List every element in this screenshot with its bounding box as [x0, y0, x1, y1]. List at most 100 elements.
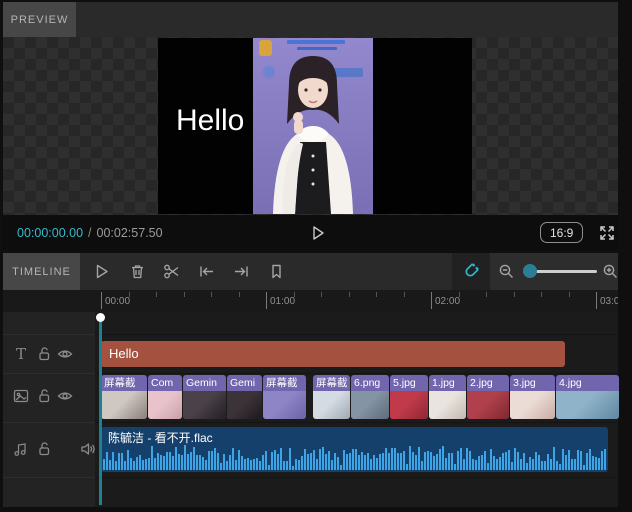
ruler-major-tick: [596, 292, 597, 309]
playhead-handle[interactable]: [96, 313, 105, 322]
video-clip-label: 1.jpg: [432, 377, 455, 389]
ruler-minor-tick: [541, 292, 542, 297]
video-clip-label: 6.png: [354, 377, 381, 389]
ruler-minor-tick: [403, 292, 405, 297]
snap-toggle-button[interactable]: [452, 253, 490, 290]
video-clip-thumbnail: [313, 391, 350, 419]
video-clip-thumbnail: [390, 391, 428, 419]
video-clip-thumbnail: [183, 391, 226, 419]
ruler-minor-tick: [458, 292, 460, 297]
image-track-lock-icon[interactable]: [35, 387, 53, 405]
jump-to-start-icon[interactable]: [197, 262, 216, 281]
text-clip[interactable]: Hello: [101, 341, 565, 367]
video-clip-label: 4.jpg: [559, 377, 582, 389]
timeline-toolbar: TIMELINE: [3, 253, 618, 290]
video-clip-thumbnail: [263, 391, 306, 419]
ruler-major-tick: [101, 292, 102, 309]
current-time: 00:00:00.00: [17, 225, 84, 240]
fullscreen-icon[interactable]: [598, 224, 616, 242]
ruler-minor-tick: [568, 292, 570, 297]
preview-play-button[interactable]: [309, 224, 327, 242]
video-clip-label: 2.jpg: [470, 377, 493, 389]
video-clip[interactable]: 4.jpg: [556, 375, 619, 419]
video-clip-lane: 屏幕截 Com Gemin Gemi 屏幕截 屏幕截 6.png 5.jpg 1.jpg 2.jp…: [101, 375, 620, 419]
preview-video-frame[interactable]: Hello: [158, 38, 472, 214]
timeline-tab-label: TIMELINE: [12, 265, 71, 278]
video-clip[interactable]: 屏幕截: [313, 375, 350, 419]
zoom-slider-handle[interactable]: [523, 264, 537, 278]
ruler-minor-tick: [486, 292, 487, 297]
video-clip-label: 屏幕截: [266, 377, 298, 389]
ruler-major-tick: [431, 292, 432, 309]
video-clip-label: Gemin: [186, 377, 217, 389]
audio-track-lock-icon[interactable]: [35, 440, 53, 458]
video-clip-label: Gemi: [230, 377, 256, 389]
video-clip[interactable]: Gemin: [183, 375, 226, 419]
aspect-ratio-label: 16:9: [550, 225, 574, 240]
preview-controls: 00:00:00.00 / 00:02:57.50 16:9: [3, 215, 618, 250]
timeline-play-button[interactable]: [92, 262, 111, 281]
video-clip-label: 5.jpg: [393, 377, 416, 389]
video-clip-label: 屏幕截: [104, 377, 136, 389]
ruler-label: 02:00: [435, 296, 461, 307]
bookmark-icon[interactable]: [267, 262, 286, 281]
video-clip[interactable]: 1.jpg: [429, 375, 466, 419]
video-clip[interactable]: Gemi: [227, 375, 262, 419]
text-overlay[interactable]: Hello: [176, 104, 244, 138]
ruler-label: 00:00: [105, 296, 131, 307]
timeline-ruler[interactable]: 00:00 01:00 02:00 03:00: [3, 290, 618, 312]
ruler-minor-tick: [156, 292, 157, 297]
time-separator: /: [88, 225, 92, 240]
video-clip-thumbnail: [148, 391, 182, 419]
preview-video-still: [253, 38, 373, 214]
jump-to-end-icon[interactable]: [232, 262, 251, 281]
video-clip[interactable]: Com: [148, 375, 182, 419]
ruler-minor-tick: [238, 292, 240, 297]
video-clip[interactable]: 屏幕截: [263, 375, 306, 419]
ruler-minor-tick: [376, 292, 377, 297]
video-clip-thumbnail: [556, 391, 619, 419]
text-track-lock-icon[interactable]: [35, 345, 53, 363]
video-clip-label: 屏幕截: [316, 377, 348, 389]
preview-stage: Hello: [3, 37, 618, 215]
video-clip[interactable]: 5.jpg: [390, 375, 428, 419]
timecode-display: 00:00:00.00 / 00:02:57.50: [17, 215, 163, 250]
ruler-minor-tick: [128, 292, 130, 297]
ruler-label: 03:00: [600, 296, 618, 307]
video-editor-window: PREVIEW Hello 00:00:00.00 / 00:02:57.50 …: [0, 0, 632, 512]
timeline-zoom-controls: [490, 253, 618, 290]
timeline-tracks: T Hello 屏幕截 Com Gemin Gemi 屏幕截 屏幕截 6.png…: [3, 312, 620, 507]
audio-track-icon: [12, 440, 30, 458]
tab-preview[interactable]: PREVIEW: [3, 2, 76, 37]
delete-clip-icon[interactable]: [128, 262, 147, 281]
video-clip-label: 3.jpg: [513, 377, 536, 389]
magnet-icon: [465, 263, 479, 277]
video-clip-thumbnail: [429, 391, 466, 419]
text-track-visibility-icon[interactable]: [56, 345, 74, 363]
video-clip[interactable]: 6.png: [351, 375, 389, 419]
zoom-out-icon[interactable]: [497, 262, 516, 281]
zoom-in-icon[interactable]: [601, 262, 620, 281]
ruler-minor-tick: [293, 292, 295, 297]
playhead-line[interactable]: [99, 317, 102, 505]
tab-timeline[interactable]: TIMELINE: [3, 253, 80, 290]
video-clip-thumbnail: [351, 391, 389, 419]
ruler-major-tick: [266, 292, 267, 309]
audio-clip[interactable]: 陈毓洁 - 看不开.flac: [101, 427, 608, 472]
aspect-ratio-button[interactable]: 16:9: [540, 222, 584, 243]
image-track-visibility-icon[interactable]: [56, 387, 74, 405]
preview-tabbar: PREVIEW: [3, 2, 618, 37]
split-clip-icon[interactable]: [162, 262, 181, 281]
video-clip[interactable]: 屏幕截: [101, 375, 147, 419]
ruler-minor-tick: [183, 292, 185, 297]
audio-waveform: [103, 443, 607, 470]
ruler-minor-tick: [321, 292, 322, 297]
ruler-minor-tick: [211, 292, 212, 297]
ruler-label: 01:00: [270, 296, 296, 307]
timeline-zoom-slider[interactable]: [523, 264, 597, 278]
preview-tab-label: PREVIEW: [10, 13, 69, 26]
video-clip[interactable]: 3.jpg: [510, 375, 555, 419]
image-track-icon: [12, 387, 30, 405]
video-clip[interactable]: 2.jpg: [467, 375, 509, 419]
video-clip-thumbnail: [101, 391, 147, 419]
